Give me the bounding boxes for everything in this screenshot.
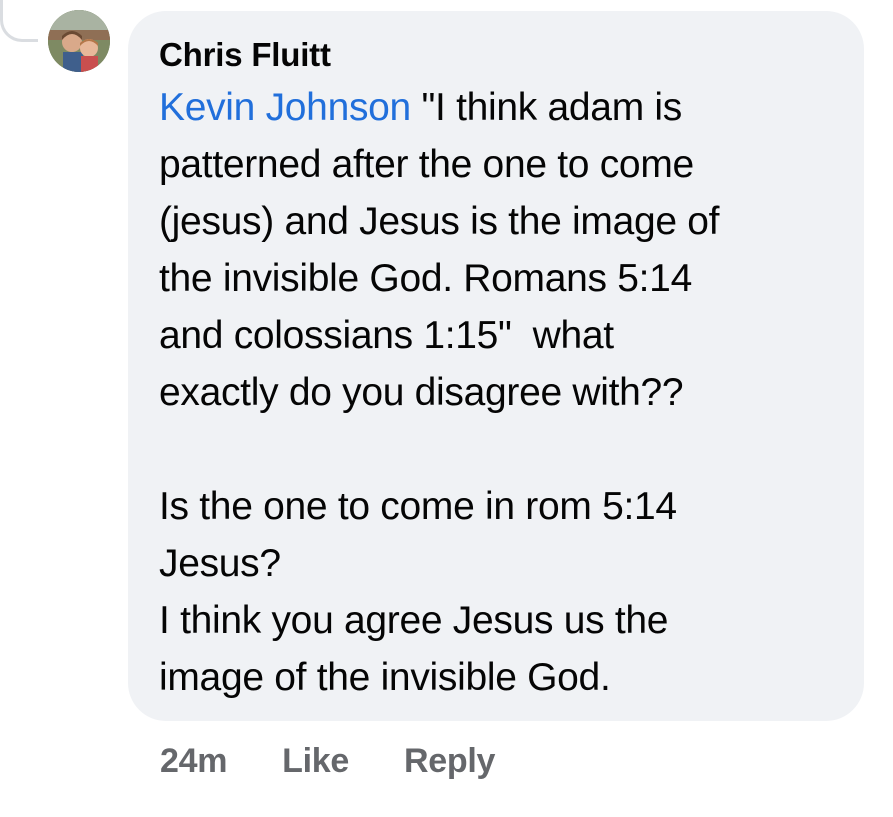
reply-thread-line: [0, 0, 38, 42]
comment-line: image of the invisible God.: [159, 656, 611, 699]
comment-line: Jesus?: [159, 542, 281, 585]
mention-link[interactable]: Kevin Johnson: [159, 86, 411, 129]
comment-line: the invisible God. Romans 5:14: [159, 257, 692, 300]
comment-bubble: Chris Fluitt Kevin Johnson "I think adam…: [128, 11, 864, 721]
avatar[interactable]: [48, 10, 110, 72]
comment-author-name[interactable]: Chris Fluitt: [159, 35, 834, 75]
comment-line: Is the one to come in rom 5:14: [159, 485, 677, 528]
comment-line: "I think adam is: [410, 86, 682, 129]
comment-actions: 24m Like Reply: [160, 742, 495, 781]
comment-line: I think you agree Jesus us the: [159, 599, 669, 642]
comment-line: patterned after the one to come: [159, 143, 694, 186]
comment-view: Chris Fluitt Kevin Johnson "I think adam…: [0, 0, 893, 817]
comment-line: exactly do you disagree with??: [159, 371, 684, 414]
avatar-photo: [48, 10, 110, 72]
comment-line: (jesus) and Jesus is the image of: [159, 200, 720, 243]
comment-line: and colossians 1:15" what: [159, 314, 614, 357]
comment-text: Kevin Johnson "I think adam is patterned…: [159, 79, 834, 706]
like-button[interactable]: Like: [282, 742, 349, 781]
reply-button[interactable]: Reply: [404, 742, 495, 781]
comment-timestamp[interactable]: 24m: [160, 742, 227, 781]
